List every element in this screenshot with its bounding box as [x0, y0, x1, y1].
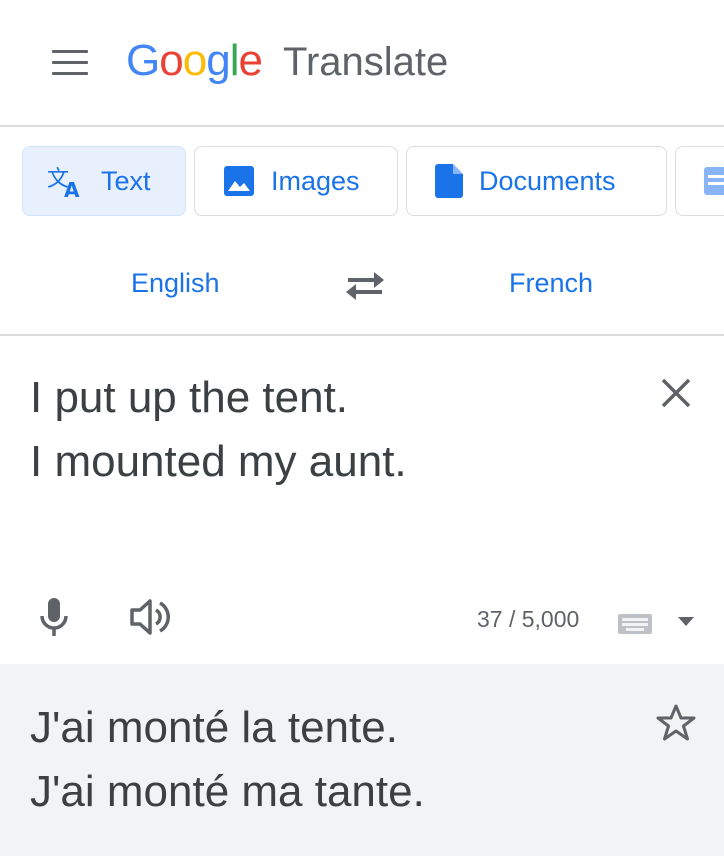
svg-text:A: A: [64, 178, 80, 198]
tab-text[interactable]: 文 A Text: [22, 146, 186, 216]
tab-text-label: Text: [101, 165, 151, 196]
chevron-down-icon[interactable]: [678, 617, 694, 627]
translation-line: J'ai monté ma tante.: [30, 767, 425, 816]
target-language-button[interactable]: French: [509, 268, 593, 299]
character-count: 37 / 5,000: [477, 606, 580, 632]
image-icon: [224, 166, 254, 196]
divider: [0, 334, 724, 336]
tab-documents[interactable]: Documents: [406, 146, 667, 216]
keyboard-icon[interactable]: [618, 614, 652, 634]
star-icon[interactable]: [655, 702, 697, 744]
mode-tabs: 文 A Text Images Documents: [0, 146, 724, 218]
product-name: Translate: [283, 40, 449, 84]
hamburger-menu-icon[interactable]: [52, 50, 88, 76]
source-line: I put up the tent.: [30, 373, 349, 422]
source-language-button[interactable]: English: [131, 268, 220, 299]
tab-more[interactable]: [675, 146, 724, 216]
translation-output: J'ai monté la tente. J'ai monté ma tante…: [0, 664, 724, 856]
translation-text: J'ai monté la tente. J'ai monté ma tante…: [30, 696, 630, 824]
clear-icon[interactable]: [655, 372, 697, 414]
google-logo: Google: [126, 36, 263, 85]
source-line: I mounted my aunt.: [30, 437, 407, 486]
translation-line: J'ai monté la tente.: [30, 703, 398, 752]
tab-images[interactable]: Images: [194, 146, 398, 216]
translate-icon: 文 A: [47, 167, 80, 198]
document-icon: [435, 164, 463, 198]
tab-images-label: Images: [271, 165, 360, 196]
swap-arrows-icon[interactable]: [344, 268, 386, 304]
app-header: Google Translate: [0, 0, 724, 127]
speaker-icon[interactable]: [130, 598, 170, 636]
source-text-input[interactable]: I put up the tent. I mounted my aunt.: [30, 366, 630, 494]
website-icon: [704, 167, 724, 195]
tab-documents-label: Documents: [479, 165, 616, 196]
microphone-icon[interactable]: [38, 596, 70, 638]
